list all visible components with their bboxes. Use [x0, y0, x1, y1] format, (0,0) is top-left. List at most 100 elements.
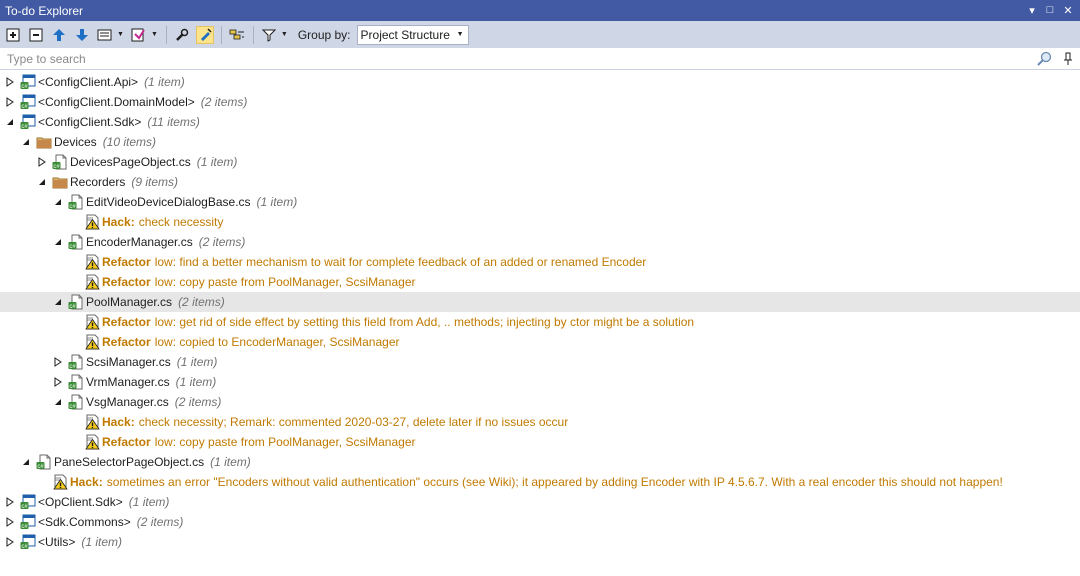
todo-text: Hack: sometimes an error "Encoders withou… [70, 475, 1003, 489]
close-icon[interactable]: ✕ [1062, 4, 1074, 17]
svg-text:c#: c# [21, 84, 28, 90]
todo-type: Refactor [102, 315, 151, 329]
todo-text: Refactor low: copy paste from PoolManager… [102, 275, 415, 289]
maximize-icon[interactable]: □ [1044, 4, 1056, 17]
item-count: (2 items) [136, 515, 184, 529]
node-label: PoolManager.cs [86, 295, 173, 309]
expand-arrow-icon[interactable] [53, 352, 63, 372]
item-count: (2 items) [200, 95, 248, 109]
collapse-arrow-icon[interactable] [53, 232, 63, 252]
collapse-all-button[interactable] [27, 26, 45, 44]
expand-arrow-icon[interactable] [5, 492, 15, 512]
expand-arrow-icon[interactable] [53, 372, 63, 392]
tree-node-folder[interactable]: Recorders (9 items) [0, 172, 1080, 192]
collapse-arrow-icon[interactable] [21, 132, 31, 152]
expander-placeholder [69, 432, 79, 452]
filter-button[interactable] [260, 26, 278, 44]
toolbar: ▼ ▼ ▼ Group by: Project Structure ▼ [0, 21, 1080, 48]
csharp-project-icon: c# [20, 514, 36, 530]
options-dropdown-icon[interactable]: ▼ [151, 31, 158, 38]
todo-type: Hack: [102, 415, 135, 429]
tree-node-file[interactable]: c# EncoderManager.cs (2 items) [0, 232, 1080, 252]
todo-item[interactable]: Hack: sometimes an error "Encoders withou… [0, 472, 1080, 492]
node-label: DevicesPageObject.cs [70, 155, 191, 169]
tree-node-project[interactable]: c# <Sdk.Commons> (2 items) [0, 512, 1080, 532]
toolbar-separator [252, 25, 254, 44]
todo-item[interactable]: Refactor low: copied to EncoderManager, S… [0, 332, 1080, 352]
node-label: ScsiManager.cs [86, 355, 171, 369]
tree-node-file[interactable]: c# PaneSelectorPageObject.cs (1 item) [0, 452, 1080, 472]
wrench-icon [175, 28, 189, 41]
svg-text:c#: c# [69, 384, 76, 390]
svg-text:c#: c# [21, 104, 28, 110]
node-label: <ConfigClient.DomainModel> [38, 95, 195, 109]
todo-text: Refactor low: copy paste from PoolManager… [102, 435, 415, 449]
pin-icon[interactable] [1063, 52, 1073, 69]
filter-dropdown-icon[interactable]: ▼ [281, 31, 288, 38]
list-icon [229, 29, 244, 39]
warning-icon [84, 254, 100, 270]
collapse-arrow-icon[interactable] [5, 112, 15, 132]
show-items-button[interactable] [228, 26, 246, 44]
warning-icon [52, 474, 68, 490]
tree-node-file[interactable]: c# PoolManager.cs (2 items) [0, 292, 1080, 312]
group-by-value: Project Structure [360, 27, 450, 42]
item-count: (1 item) [176, 355, 218, 369]
tree-node-project[interactable]: c# <OpClient.Sdk> (1 item) [0, 492, 1080, 512]
collapse-arrow-icon[interactable] [53, 292, 63, 312]
tree-node-project[interactable]: c# <ConfigClient.DomainModel> (2 items) [0, 92, 1080, 112]
options-button[interactable] [130, 26, 148, 44]
highlight-toggle-button[interactable] [195, 25, 214, 44]
settings-button[interactable] [173, 26, 191, 44]
group-by-select[interactable]: Project Structure ▼ [356, 24, 469, 45]
expander-placeholder [69, 272, 79, 292]
expand-all-button[interactable] [4, 26, 22, 44]
todo-item[interactable]: Refactor low: copy paste from PoolManager… [0, 272, 1080, 292]
dropdown-arrow-icon[interactable]: ▾ [1026, 4, 1038, 17]
expand-arrow-icon[interactable] [37, 152, 47, 172]
export-button[interactable] [96, 26, 114, 44]
node-label: EncoderManager.cs [86, 235, 193, 249]
item-count: (9 items) [131, 175, 179, 189]
next-item-button[interactable] [73, 26, 91, 44]
todo-item[interactable]: Hack: check necessity [0, 212, 1080, 232]
tree-node-project[interactable]: c# <ConfigClient.Sdk> (11 items) [0, 112, 1080, 132]
previous-item-button[interactable] [50, 26, 68, 44]
collapse-arrow-icon[interactable] [37, 172, 47, 192]
group-by-label: Group by: [297, 27, 351, 42]
tree-node-folder[interactable]: Devices (10 items) [0, 132, 1080, 152]
todo-item[interactable]: Hack: check necessity; Remark: commented … [0, 412, 1080, 432]
folder-icon [36, 134, 52, 150]
todo-item[interactable]: Refactor low: get rid of side effect by s… [0, 312, 1080, 332]
collapse-arrow-icon[interactable] [21, 452, 31, 472]
tree-node-file[interactable]: c# VsgManager.cs (2 items) [0, 392, 1080, 412]
item-count: (1 item) [81, 535, 123, 549]
search-icon[interactable] [1036, 51, 1052, 70]
collapse-arrow-icon[interactable] [53, 192, 63, 212]
todo-item[interactable]: Refactor low: find a better mechanism to … [0, 252, 1080, 272]
node-label: EditVideoDeviceDialogBase.cs [86, 195, 251, 209]
csharp-project-icon: c# [20, 94, 36, 110]
node-label: Devices [54, 135, 97, 149]
todo-type: Refactor [102, 435, 151, 449]
tree-node-file[interactable]: c# ScsiManager.cs (1 item) [0, 352, 1080, 372]
item-count: (2 items) [198, 235, 246, 249]
tree-node-project[interactable]: c# <ConfigClient.Api> (1 item) [0, 72, 1080, 92]
item-count: (2 items) [178, 295, 225, 309]
todo-item[interactable]: Refactor low: copy paste from PoolManager… [0, 432, 1080, 452]
export-dropdown-icon[interactable]: ▼ [117, 31, 124, 38]
toolbar-separator [165, 25, 167, 44]
expand-arrow-icon[interactable] [5, 512, 15, 532]
todo-text: Refactor low: find a better mechanism to … [102, 255, 646, 269]
todo-type: Refactor [102, 335, 151, 349]
expand-arrow-icon[interactable] [5, 92, 15, 112]
tree-node-file[interactable]: c# DevicesPageObject.cs (1 item) [0, 152, 1080, 172]
collapse-arrow-icon[interactable] [53, 392, 63, 412]
tree-node-file[interactable]: c# VrmManager.cs (1 item) [0, 372, 1080, 392]
csharp-file-icon: c# [68, 354, 84, 370]
expand-arrow-icon[interactable] [5, 532, 15, 552]
tree-node-project[interactable]: c# <Utils> (1 item) [0, 532, 1080, 552]
expand-arrow-icon[interactable] [5, 72, 15, 92]
tree-node-file[interactable]: c# EditVideoDeviceDialogBase.cs (1 item) [0, 192, 1080, 212]
search-input[interactable] [5, 51, 909, 67]
